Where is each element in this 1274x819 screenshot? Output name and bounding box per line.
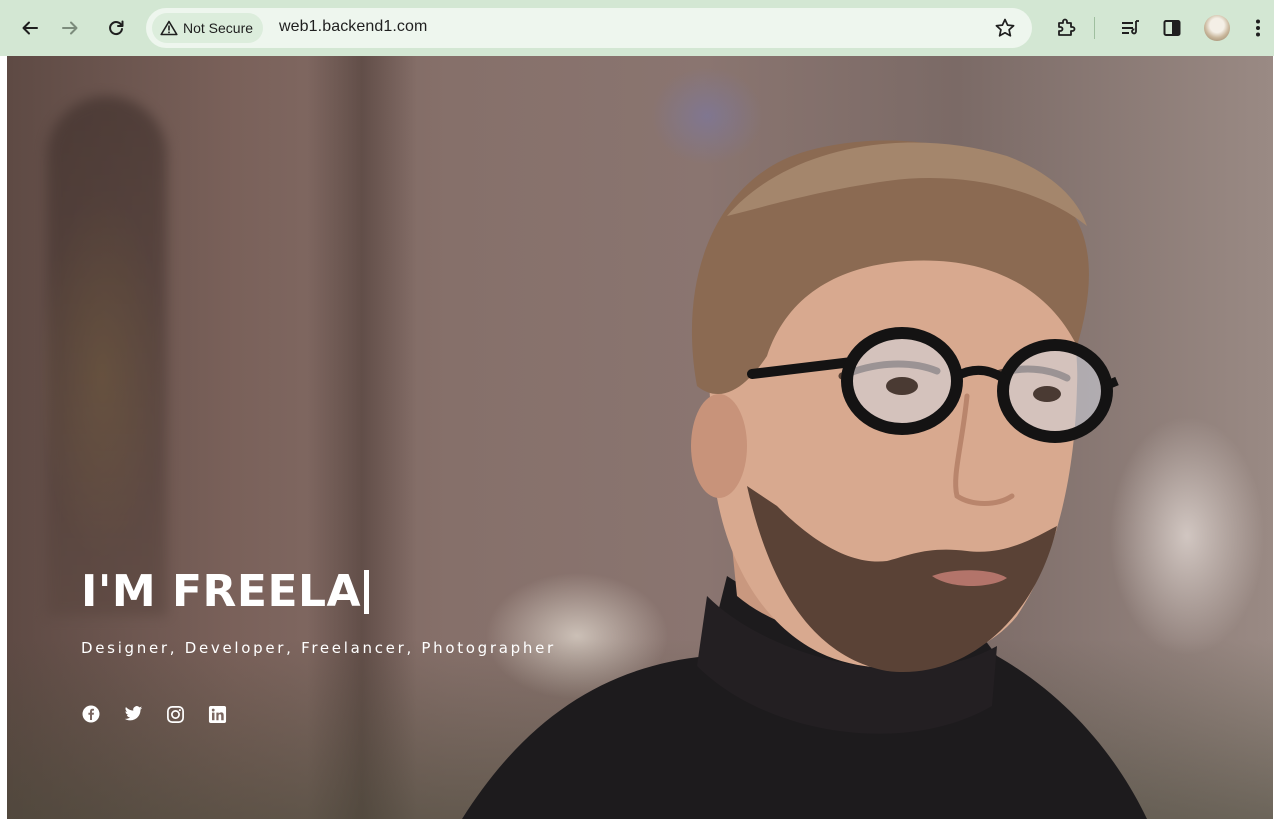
hero-subline: Designer, Developer, Freelancer, Photogr… <box>81 639 556 657</box>
back-arrow-icon[interactable] <box>18 16 42 40</box>
hero-headline-text: I'M FREELA <box>81 566 362 617</box>
hero-section: I'M FREELA Designer, Developer, Freelanc… <box>7 56 1273 819</box>
forward-arrow-icon[interactable] <box>58 16 82 40</box>
address-bar[interactable]: Not Secure web1.backend1.com <box>146 8 1032 48</box>
extensions-icon[interactable] <box>1054 16 1078 40</box>
browser-toolbar: Not Secure web1.backend1.com <box>0 0 1274 56</box>
more-menu-icon[interactable] <box>1248 16 1268 40</box>
toolbar-separator <box>1094 17 1095 39</box>
warning-icon <box>160 20 178 36</box>
security-label: Not Secure <box>183 20 254 36</box>
security-chip[interactable]: Not Secure <box>152 13 264 43</box>
reload-icon[interactable] <box>104 16 128 40</box>
facebook-icon[interactable] <box>81 704 101 724</box>
instagram-icon[interactable] <box>165 704 185 724</box>
profile-avatar[interactable] <box>1204 15 1230 41</box>
social-links <box>81 704 227 724</box>
typing-cursor <box>364 570 370 614</box>
hero-headline: I'M FREELA <box>81 562 370 622</box>
side-panel-icon[interactable] <box>1160 16 1184 40</box>
reading-list-icon[interactable] <box>1118 16 1142 40</box>
linkedin-icon[interactable] <box>207 704 227 724</box>
twitter-icon[interactable] <box>123 704 143 724</box>
url-text[interactable]: web1.backend1.com <box>279 18 427 36</box>
bookmark-star-icon[interactable] <box>994 17 1016 39</box>
